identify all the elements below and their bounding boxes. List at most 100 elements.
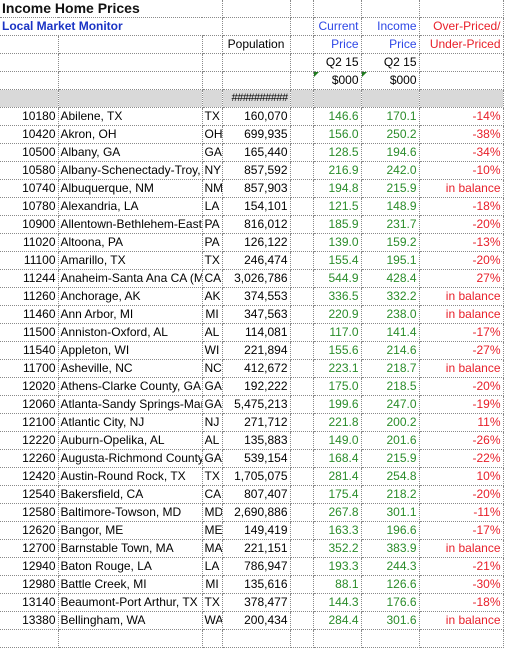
metro-name[interactable]: Bangor, ME	[58, 521, 203, 540]
income-price[interactable]: 218.7	[361, 359, 420, 378]
sheet-subtitle[interactable]: Local Market Monitor	[0, 17, 203, 36]
header-income-price-2[interactable]: Price	[361, 35, 420, 54]
state[interactable]: NJ	[202, 413, 223, 432]
current-price[interactable]: 146.6	[313, 107, 362, 126]
metro-code[interactable]: 12580	[0, 503, 59, 522]
metro-code[interactable]: 11100	[0, 251, 59, 270]
current-price[interactable]: 175.0	[313, 377, 362, 396]
current-price[interactable]: 221.8	[313, 413, 362, 432]
metro-name[interactable]: Battle Creek, MI	[58, 575, 203, 594]
cell[interactable]	[202, 17, 223, 36]
spacer-cell[interactable]	[290, 629, 314, 648]
over-under-status[interactable]: -11%	[419, 503, 504, 522]
population[interactable]: 374,553	[222, 287, 291, 306]
current-price[interactable]: 544.9	[313, 269, 362, 288]
population[interactable]: 412,672	[222, 359, 291, 378]
spacer-cell[interactable]	[290, 395, 314, 414]
metro-code[interactable]: 12940	[0, 557, 59, 576]
cell[interactable]	[222, 0, 291, 18]
state[interactable]: OH	[202, 125, 223, 144]
spacer-cell[interactable]	[290, 233, 314, 252]
cell[interactable]	[290, 0, 314, 18]
state[interactable]: TX	[202, 593, 223, 612]
population[interactable]: 114,081	[222, 323, 291, 342]
population[interactable]: 149,419	[222, 521, 291, 540]
spacer-cell[interactable]	[290, 593, 314, 612]
cell[interactable]	[202, 0, 223, 18]
income-price[interactable]: 301.1	[361, 503, 420, 522]
cell[interactable]	[290, 53, 314, 72]
metro-name[interactable]: Akron, OH	[58, 125, 203, 144]
metro-code[interactable]: 11460	[0, 305, 59, 324]
over-under-status[interactable]: -21%	[419, 557, 504, 576]
metro-name[interactable]: Albuquerque, NM	[58, 179, 203, 198]
population[interactable]: 857,592	[222, 161, 291, 180]
income-price[interactable]: 218.5	[361, 377, 420, 396]
spacer-cell[interactable]	[290, 521, 314, 540]
cell[interactable]	[202, 71, 223, 90]
income-price[interactable]: 194.6	[361, 143, 420, 162]
income-price[interactable]: 159.2	[361, 233, 420, 252]
current-price[interactable]: 220.9	[313, 305, 362, 324]
state[interactable]: GA	[202, 143, 223, 162]
state[interactable]: MD	[202, 503, 223, 522]
metro-code[interactable]: 10740	[0, 179, 59, 198]
metro-code[interactable]: 10500	[0, 143, 59, 162]
header-current-price-1[interactable]: Current	[313, 17, 362, 36]
metro-code[interactable]: 11700	[0, 359, 59, 378]
cell[interactable]	[0, 35, 59, 54]
state[interactable]: ME	[202, 521, 223, 540]
current-price[interactable]: 149.0	[313, 431, 362, 450]
income-price[interactable]: 301.6	[361, 611, 420, 630]
over-under-status[interactable]: -38%	[419, 125, 504, 144]
over-under-status[interactable]: in balance	[419, 611, 504, 630]
cell[interactable]	[361, 89, 420, 108]
cell[interactable]	[419, 71, 504, 90]
spacer-cell[interactable]	[290, 323, 314, 342]
spacer-cell[interactable]	[290, 539, 314, 558]
population[interactable]: 5,475,213	[222, 395, 291, 414]
current-price[interactable]: 168.4	[313, 449, 362, 468]
over-under-status[interactable]: -14%	[419, 107, 504, 126]
metro-code[interactable]: 11540	[0, 341, 59, 360]
population[interactable]: 378,477	[222, 593, 291, 612]
state[interactable]: AK	[202, 287, 223, 306]
income-price[interactable]: 244.3	[361, 557, 420, 576]
metro-code[interactable]: 12980	[0, 575, 59, 594]
current-price[interactable]: 156.0	[313, 125, 362, 144]
population[interactable]: 857,903	[222, 179, 291, 198]
cell[interactable]	[313, 0, 362, 18]
current-price[interactable]	[313, 629, 362, 648]
header-current-unit[interactable]: $000	[313, 71, 362, 90]
population[interactable]: 816,012	[222, 215, 291, 234]
metro-name[interactable]: Auburn-Opelika, AL	[58, 431, 203, 450]
over-under-status[interactable]: in balance	[419, 359, 504, 378]
header-current-price-2[interactable]: Price	[313, 35, 362, 54]
over-under-status[interactable]: -26%	[419, 431, 504, 450]
income-price[interactable]: 238.0	[361, 305, 420, 324]
cell[interactable]	[419, 0, 504, 18]
cell[interactable]	[0, 71, 59, 90]
cell[interactable]	[290, 35, 314, 54]
spacer-cell[interactable]	[290, 359, 314, 378]
current-price[interactable]: 336.5	[313, 287, 362, 306]
over-under-status[interactable]: -18%	[419, 197, 504, 216]
spacer-cell[interactable]	[290, 557, 314, 576]
spacer-cell[interactable]	[290, 143, 314, 162]
population[interactable]: 1,705,075	[222, 467, 291, 486]
over-under-status[interactable]: -20%	[419, 251, 504, 270]
state[interactable]: AL	[202, 431, 223, 450]
population[interactable]	[222, 629, 291, 648]
income-price[interactable]: 200.2	[361, 413, 420, 432]
metro-code[interactable]: 10900	[0, 215, 59, 234]
spacer-cell[interactable]	[290, 377, 314, 396]
income-price[interactable]: 247.0	[361, 395, 420, 414]
spacer-cell[interactable]	[290, 611, 314, 630]
spacer-cell[interactable]	[290, 161, 314, 180]
income-price[interactable]: 242.0	[361, 161, 420, 180]
metro-code[interactable]: 12540	[0, 485, 59, 504]
metro-name[interactable]: Altoona, PA	[58, 233, 203, 252]
current-price[interactable]: 117.0	[313, 323, 362, 342]
metro-code[interactable]: 12420	[0, 467, 59, 486]
population[interactable]: 126,122	[222, 233, 291, 252]
